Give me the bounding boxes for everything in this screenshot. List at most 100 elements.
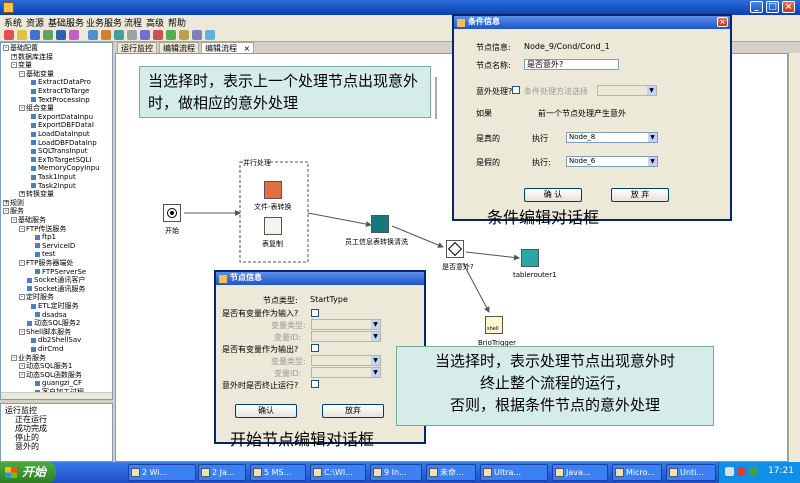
condition-node-icon[interactable] <box>446 240 464 258</box>
tab-edit-flow-2[interactable]: 编辑流程 × <box>201 42 255 53</box>
condition-dialog-titlebar[interactable]: 条件信息 × <box>454 16 730 29</box>
minimize-button[interactable]: _ <box>750 1 763 13</box>
tool-config-icon[interactable] <box>166 30 176 40</box>
exception-checkbox[interactable] <box>512 86 520 94</box>
tool-link-icon[interactable] <box>114 30 124 40</box>
tool-help-icon[interactable] <box>205 30 215 40</box>
input-var-checkbox[interactable] <box>311 309 319 317</box>
if-value: 前一个节点处理产生意外 <box>538 109 626 118</box>
taskbar-button-1[interactable]: 2 Wi... <box>128 464 196 481</box>
leaf-node-icon <box>31 122 36 128</box>
collapse-icon[interactable]: - <box>19 294 25 301</box>
caption-start-dialog: 开始节点编辑对话框 <box>230 430 375 449</box>
system-tray: 17:21 <box>718 462 800 483</box>
output-var-id-label: 变量ID: <box>274 369 302 378</box>
condition-cancel-button[interactable]: 放 弃 <box>611 188 669 202</box>
emp-convert-node-icon[interactable] <box>371 215 389 233</box>
taskbar-button-3[interactable]: 5 MS... <box>250 464 306 481</box>
false-node-select[interactable]: Node_6 ▼ <box>566 156 658 167</box>
callout-terminate-line-2: 终止整个流程的运行， <box>479 374 630 392</box>
collapse-icon[interactable]: - <box>19 105 25 112</box>
output-var-label: 是否有变量作为输出? <box>222 345 299 354</box>
edge-parallel-emp <box>307 212 372 228</box>
taskbar-button-5[interactable]: 9 In... <box>370 464 422 481</box>
collapse-icon[interactable]: - <box>11 354 17 361</box>
output-var-checkbox[interactable] <box>311 344 319 352</box>
node-info-value: Node_9/Cond/Cond_1 <box>524 42 610 51</box>
node-ok-button[interactable]: 确认 <box>235 404 297 418</box>
collapse-icon[interactable]: - <box>11 217 17 223</box>
collapse-icon[interactable]: - <box>19 371 25 378</box>
true-node-select[interactable]: Node_8 ▼ <box>566 132 658 143</box>
input-var-type-select[interactable]: ▼ <box>311 319 381 330</box>
close-button[interactable]: × <box>782 1 795 13</box>
expand-icon[interactable]: + <box>3 199 9 206</box>
tab-run-monitor[interactable]: 运行监控 <box>117 42 157 53</box>
tool-new-icon[interactable] <box>4 30 14 40</box>
tool-flow-icon[interactable] <box>88 30 98 40</box>
tray-volume-icon[interactable] <box>749 467 758 476</box>
expand-icon[interactable]: + <box>19 191 25 198</box>
tree-horizontal-scrollbar[interactable] <box>1 392 112 399</box>
tree-item-label: LoadDataInput <box>38 130 90 138</box>
resource-tree[interactable]: - 基础配置 +数据库连接 - 变量 - 基础变量 ExtractDataPro Extract… <box>0 42 113 400</box>
router-node-icon[interactable] <box>521 249 539 267</box>
tray-network-icon[interactable] <box>725 467 734 476</box>
maximize-button[interactable]: □ <box>766 1 779 13</box>
collapse-icon[interactable]: - <box>3 208 9 215</box>
output-var-type-label: 变量类型: <box>271 357 306 366</box>
tool-export-icon[interactable] <box>179 30 189 40</box>
window-icon <box>483 468 492 477</box>
output-var-type-select[interactable]: ▼ <box>311 355 381 366</box>
tool-stop-icon[interactable] <box>140 30 150 40</box>
taskbar-button-8[interactable]: Java... <box>552 464 608 481</box>
chevron-down-icon: ▼ <box>648 133 657 142</box>
tab-edit-flow-1[interactable]: 编辑流程 <box>159 42 199 53</box>
canvas-vertical-scrollbar[interactable] <box>788 53 800 462</box>
exception-method-select[interactable]: ▼ <box>597 85 657 96</box>
input-var-id-select[interactable]: ▼ <box>311 331 381 342</box>
taskbar-button-2[interactable]: 2 Ja... <box>198 464 246 481</box>
tool-import-icon[interactable] <box>192 30 202 40</box>
chevron-down-icon: ▼ <box>371 368 380 377</box>
monitor-item-exception[interactable]: 意外的 <box>15 441 39 452</box>
taskbar-button-10[interactable]: Unti... <box>666 464 716 481</box>
collapse-icon[interactable]: - <box>19 328 25 335</box>
taskbar-button-7[interactable]: Ultra... <box>480 464 548 481</box>
start-node-icon[interactable] <box>163 204 181 222</box>
tray-antivirus-icon[interactable] <box>737 467 746 476</box>
terminate-checkbox[interactable] <box>311 380 319 388</box>
taskbar-button-6[interactable]: 未命... <box>426 464 476 481</box>
collapse-icon[interactable]: - <box>19 225 25 232</box>
condition-ok-button[interactable]: 确 认 <box>524 188 582 202</box>
taskbar-button-9[interactable]: Micro... <box>612 464 662 481</box>
collapse-icon[interactable]: - <box>11 62 17 69</box>
collapse-icon[interactable]: - <box>3 45 9 51</box>
collapse-icon[interactable]: - <box>19 70 25 77</box>
start-button[interactable]: 开始 <box>0 462 56 483</box>
tool-open-icon[interactable] <box>17 30 27 40</box>
tool-db-icon[interactable] <box>56 30 66 40</box>
node-dialog-titlebar[interactable]: 节点信息 <box>216 272 424 285</box>
tree-item[interactable]: +转换变量 <box>19 190 54 199</box>
tool-run-icon[interactable] <box>127 30 137 40</box>
collapse-icon[interactable]: - <box>19 260 25 266</box>
node-name-input[interactable]: 是否意外? <box>524 59 619 70</box>
tool-monitor-icon[interactable] <box>153 30 163 40</box>
taskbar-button-4[interactable]: C:\WI... <box>310 464 366 481</box>
tool-node-icon[interactable] <box>101 30 111 40</box>
shell-node-icon[interactable]: shell <box>485 316 503 334</box>
tab-close-icon[interactable]: × <box>244 44 251 53</box>
file-convert-node-icon[interactable] <box>264 181 282 199</box>
condition-dialog-close-icon[interactable]: × <box>717 17 728 27</box>
tool-sql-icon[interactable] <box>69 30 79 40</box>
expand-icon[interactable]: + <box>11 53 17 60</box>
leaf-node-icon <box>31 157 36 163</box>
windows-logo-icon <box>5 467 17 478</box>
collapse-icon[interactable]: - <box>19 363 25 370</box>
node-cancel-button[interactable]: 放弃 <box>322 404 384 418</box>
tool-save-icon[interactable] <box>30 30 40 40</box>
table-copy-node-icon[interactable] <box>264 217 282 235</box>
tool-refresh-icon[interactable] <box>43 30 53 40</box>
output-var-id-select[interactable]: ▼ <box>311 367 381 378</box>
